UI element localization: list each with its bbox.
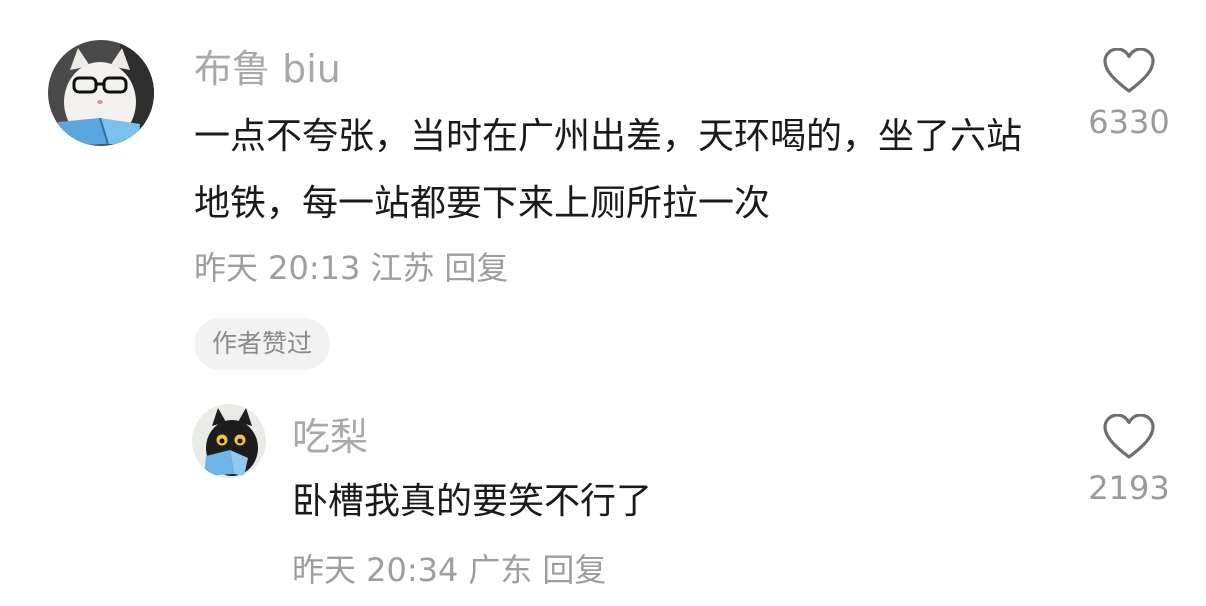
reply-meta: 昨天 20:34 广东 回复 [292, 554, 616, 586]
like-count: 6330 [1088, 103, 1170, 141]
avatar[interactable] [48, 40, 154, 146]
comment-meta: 昨天 20:13 江苏 回复 [194, 252, 518, 284]
author-liked-badge: 作者赞过 [194, 318, 331, 370]
reply-text: 卧槽我真的要笑不行了 [292, 481, 653, 522]
avatar[interactable] [192, 404, 266, 478]
reply-button[interactable]: 回复 [444, 249, 508, 287]
like-count: 2193 [1088, 469, 1170, 507]
cat-with-glasses-reading-icon [48, 40, 154, 146]
reply-location: 广东 [468, 551, 533, 589]
heart-icon[interactable] [1103, 48, 1155, 94]
comment-username[interactable]: 布鲁 biu [194, 50, 341, 88]
reply-time: 昨天 20:34 [292, 551, 459, 589]
reply-button[interactable]: 回复 [542, 551, 606, 589]
comment-text: 一点不夸张，当时在广州出差，天环喝的，坐了六站地铁，每一站都要下来上厕所拉一次 [194, 116, 1023, 224]
like-button[interactable]: 2193 [1074, 414, 1184, 504]
reply-username[interactable]: 吃梨 [292, 418, 368, 456]
black-cat-reading-icon [192, 404, 266, 478]
like-button[interactable]: 6330 [1074, 48, 1184, 138]
heart-icon[interactable] [1103, 414, 1155, 460]
comment-location: 江苏 [370, 249, 435, 287]
comment-time: 昨天 20:13 [194, 249, 361, 287]
